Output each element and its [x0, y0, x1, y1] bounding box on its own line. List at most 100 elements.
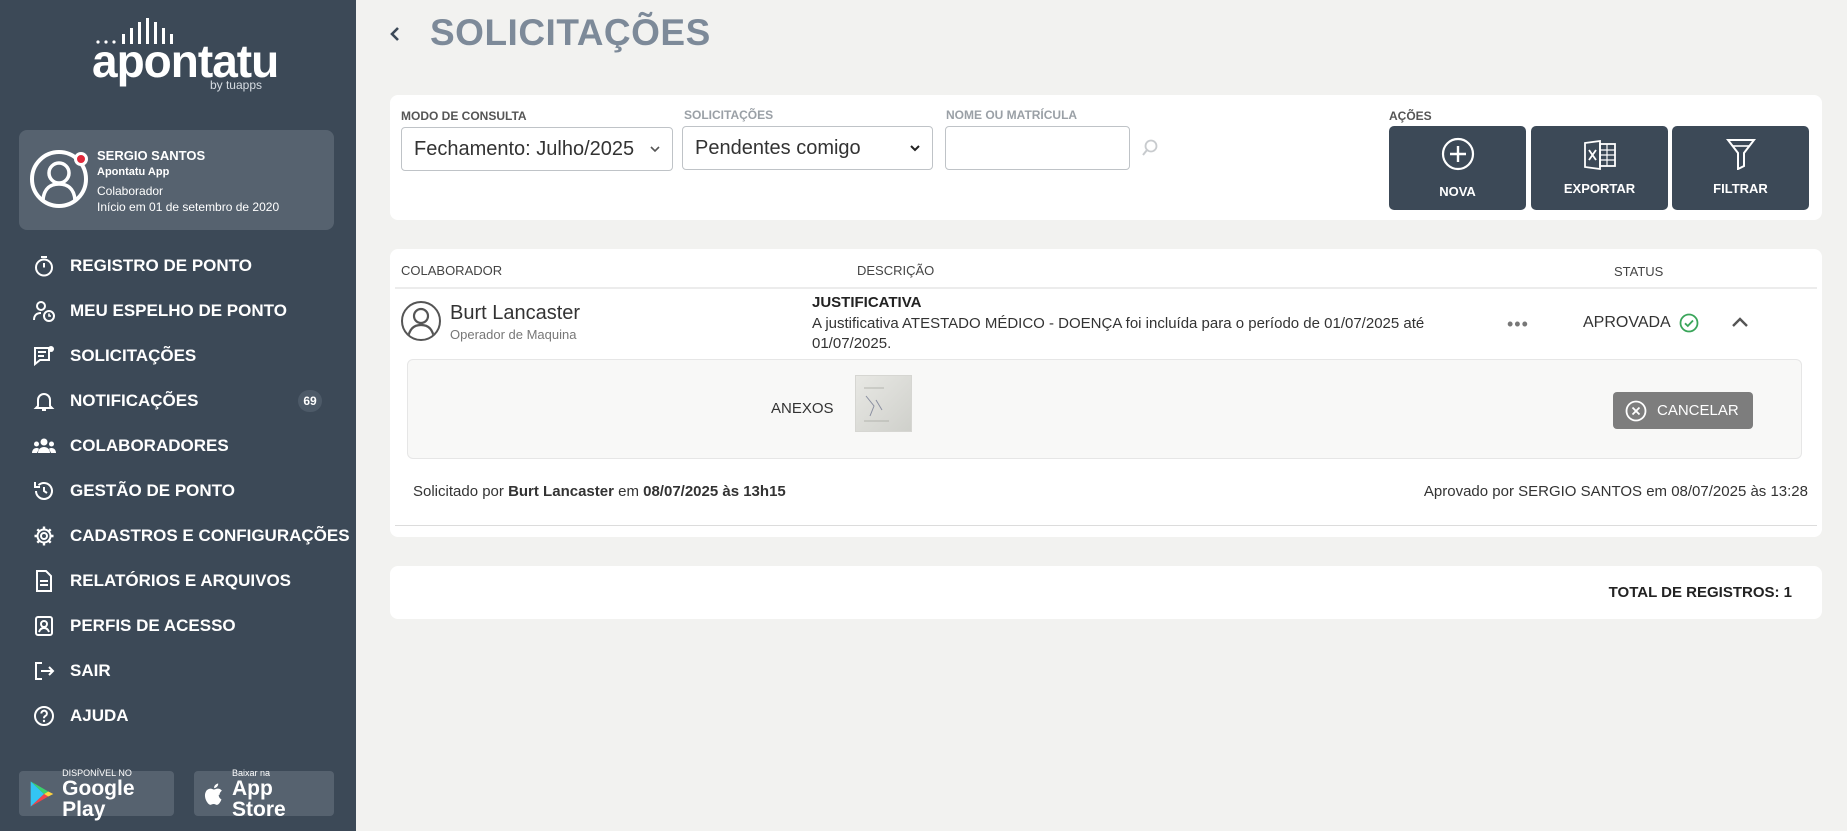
nav-label: COLABORADORES [70, 435, 229, 455]
nav-label: RELATÓRIOS E ARQUIVOS [70, 570, 292, 590]
requested-mid: em [618, 483, 639, 500]
document-preview-icon [864, 387, 889, 422]
cancel-button-label: CANCELAR [1657, 402, 1739, 419]
mode-select-value: Fechamento: Julho/2025 [414, 137, 635, 160]
nav-label: REGISTRO DE PONTO [70, 255, 252, 275]
nav-item-perfis-de-acesso[interactable]: PERFIS DE ACESSO [0, 603, 356, 648]
app-store-badge[interactable]: Baixar na App Store [194, 767, 334, 820]
status-text: APROVADA [1583, 314, 1671, 331]
actions-label: AÇÕES [1389, 109, 1432, 123]
brand-by: by tuapps [209, 78, 262, 92]
nav-item-cadastros-e-configuracoes[interactable]: CADASTROS E CONFIGURAÇÕES [0, 513, 356, 558]
nav-item-sair[interactable]: SAIR [0, 648, 356, 693]
nav-label: CADASTROS E CONFIGURAÇÕES [70, 525, 350, 545]
nav-label: AJUDA [70, 705, 129, 725]
requested-by-line: Solicitado por Burt Lancaster em 08/07/2… [413, 483, 786, 500]
nav-label: GESTÃO DE PONTO [70, 480, 235, 500]
export-button[interactable]: EXPORTAR [1531, 126, 1668, 210]
approved-by-line: Aprovado por SERGIO SANTOS em 08/07/2025… [1423, 483, 1808, 500]
back-button[interactable] [383, 20, 407, 48]
nav-item-notificacoes[interactable]: NOTIFICAÇÕES 69 [0, 378, 356, 423]
nav-label: SOLICITAÇÕES [70, 345, 197, 365]
help-icon [32, 704, 56, 728]
check-circle-icon [1679, 313, 1699, 333]
nav-item-solicitacoes[interactable]: SOLICITAÇÕES [0, 333, 356, 378]
nav-label: PERFIS DE ACESSO [70, 615, 236, 635]
chevron-down-icon [650, 146, 660, 153]
requested-by-name: Burt Lancaster [508, 483, 614, 500]
profile-since: Início em 01 de setembro de 2020 [97, 200, 280, 214]
requested-prefix: Solicitado por [413, 483, 504, 500]
excel-icon [1583, 140, 1616, 170]
profile-name: SERGIO SANTOS [97, 148, 206, 163]
column-header-employee: COLABORADOR [401, 263, 503, 278]
funnel-icon [1725, 139, 1756, 170]
request-icon [32, 344, 56, 368]
requests-select[interactable]: Pendentes comigo [682, 126, 933, 170]
request-description: A justificativa ATESTADO MÉDICO - DOENÇA… [812, 315, 1425, 352]
nav-label: MEU ESPELHO DE PONTO [70, 300, 287, 320]
chevron-up-icon [1732, 317, 1748, 327]
bell-icon [32, 389, 56, 413]
notification-dot [74, 152, 88, 166]
cancel-button[interactable]: CANCELAR [1613, 392, 1753, 429]
mode-select[interactable]: Fechamento: Julho/2025 [401, 127, 673, 171]
collapse-row-button[interactable] [1729, 314, 1751, 335]
filter-button[interactable]: FILTRAR [1672, 126, 1809, 210]
new-button[interactable]: NOVA [1389, 126, 1526, 210]
apple-icon [204, 782, 222, 805]
profile-role: Colaborador [97, 184, 164, 198]
row-divider [395, 525, 1817, 526]
new-button-label: NOVA [1439, 184, 1476, 199]
page-title: SOLICITAÇÕES [430, 12, 711, 53]
header-divider [395, 287, 1817, 289]
requests-list-card: COLABORADOR DESCRIÇÃO STATUS Burt Lancas… [390, 249, 1822, 537]
search-icon[interactable] [1140, 138, 1160, 158]
sidebar: apontatu by tuapps SERGIO SANTOS Apontat… [0, 0, 356, 831]
notifications-count-badge: 69 [298, 390, 322, 412]
plus-circle-icon [1441, 137, 1474, 171]
id-badge-icon [32, 614, 56, 638]
nav-item-registro-de-ponto[interactable]: REGISTRO DE PONTO [0, 243, 356, 288]
filter-button-label: FILTRAR [1713, 181, 1768, 196]
nav-item-ajuda[interactable]: AJUDA [0, 693, 356, 738]
profile-card[interactable]: SERGIO SANTOS Apontatu App Colaborador I… [19, 130, 334, 230]
user-icon [41, 161, 77, 201]
nav-item-colaboradores[interactable]: COLABORADORES [0, 423, 356, 468]
google-play-badge[interactable]: DISPONÍVEL NO Google Play [19, 767, 174, 820]
attachments-label: ANEXOS [771, 400, 834, 417]
filters-card: MODO DE CONSULTA Fechamento: Julho/2025 … [390, 95, 1822, 220]
profile-company: Apontatu App [97, 166, 170, 178]
gear-icon [32, 524, 56, 548]
document-icon [32, 569, 56, 593]
status-badge: APROVADA [1583, 313, 1699, 333]
nav-label: SAIR [70, 660, 111, 680]
requests-label: SOLICITAÇÕES [684, 108, 774, 122]
requests-select-value: Pendentes comigo [695, 136, 861, 159]
column-header-status: STATUS [1614, 264, 1664, 279]
attachment-thumbnail[interactable] [855, 375, 912, 432]
attachments-panel: ANEXOS CANCELAR [407, 359, 1802, 459]
total-card: TOTAL DE REGISTROS: 1 [390, 566, 1822, 619]
google-play-line1: DISPONÍVEL NO [62, 767, 132, 778]
main-nav: REGISTRO DE PONTO MEU ESPELHO DE PONTO S… [0, 243, 356, 738]
apontatu-logo[interactable]: apontatu by tuapps [92, 16, 279, 96]
name-or-id-input[interactable] [945, 126, 1130, 170]
request-type: JUSTIFICATIVA [812, 294, 922, 311]
export-button-label: EXPORTAR [1563, 181, 1636, 196]
nav-item-meu-espelho-de-ponto[interactable]: MEU ESPELHO DE PONTO [0, 288, 356, 333]
logout-icon [32, 659, 56, 683]
user-clock-icon [32, 299, 56, 323]
mode-label: MODO DE CONSULTA [401, 109, 527, 123]
employee-avatar [401, 301, 441, 341]
nav-item-gestao-de-ponto[interactable]: GESTÃO DE PONTO [0, 468, 356, 513]
chevron-left-icon [390, 27, 399, 41]
nav-item-relatorios-e-arquivos[interactable]: RELATÓRIOS E ARQUIVOS [0, 558, 356, 603]
nav-label: NOTIFICAÇÕES [70, 390, 199, 410]
stopwatch-icon [32, 254, 56, 278]
more-options-button[interactable]: ••• [1507, 314, 1529, 335]
team-icon [32, 434, 56, 458]
column-header-description: DESCRIÇÃO [857, 263, 935, 278]
app-store-line1: Baixar na [232, 767, 271, 778]
app-store-line2: App Store [232, 776, 286, 821]
